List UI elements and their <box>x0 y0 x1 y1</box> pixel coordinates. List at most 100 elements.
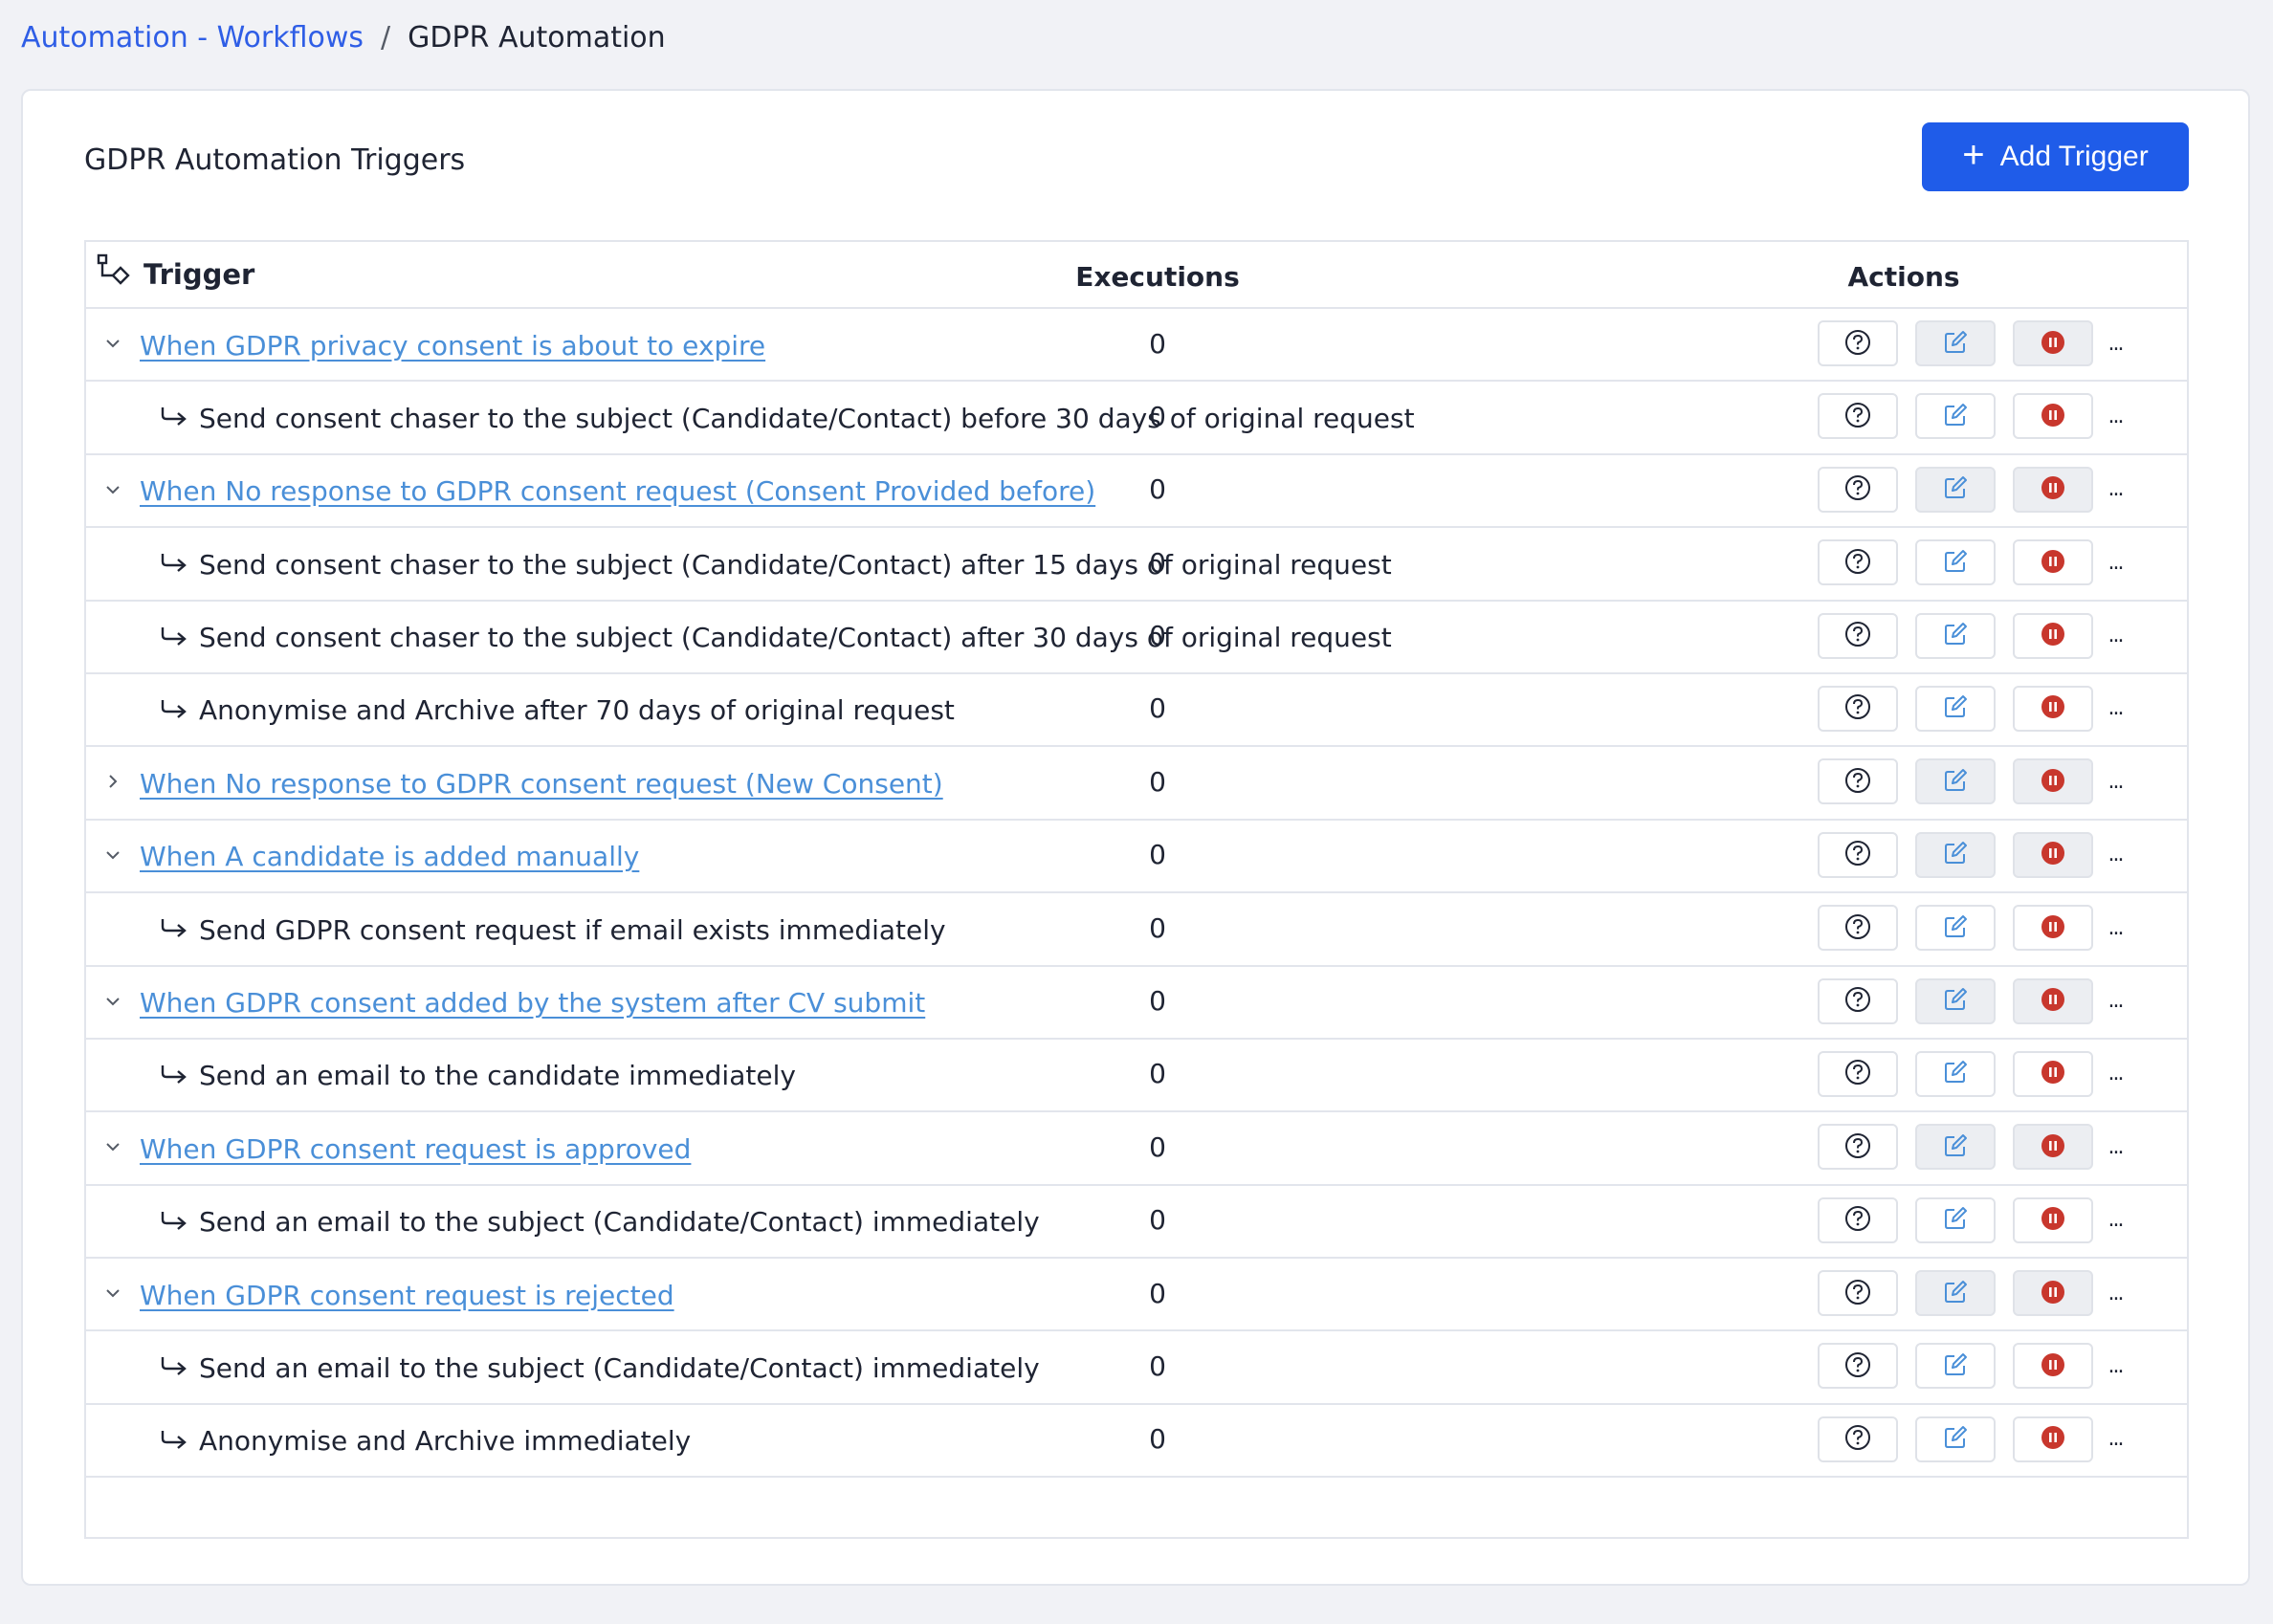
executions-count: 0 <box>1149 546 1166 579</box>
column-header-trigger: Trigger <box>96 253 254 296</box>
help-button[interactable] <box>1818 320 1898 366</box>
chevron-down-icon[interactable] <box>101 478 124 501</box>
edit-button[interactable] <box>1915 612 1996 659</box>
executions-count: 0 <box>1149 1350 1166 1382</box>
edit-button[interactable] <box>1915 1124 1996 1171</box>
pause-circle-icon <box>2039 1350 2067 1382</box>
help-button[interactable] <box>1818 539 1898 586</box>
help-circle-icon <box>1843 1131 1872 1163</box>
pause-button[interactable] <box>2013 685 2093 732</box>
trigger-link[interactable]: When GDPR consent request is approved <box>140 1128 691 1170</box>
more-options-button[interactable]: ... <box>2101 615 2130 657</box>
edit-icon <box>1941 1350 1970 1382</box>
action-label: Anonymise and Archive after 70 days of o… <box>199 694 955 727</box>
pause-button[interactable] <box>2013 758 2093 805</box>
pause-button[interactable] <box>2013 831 2093 878</box>
help-button[interactable] <box>1818 831 1898 878</box>
pause-button[interactable] <box>2013 1050 2093 1097</box>
help-button[interactable] <box>1818 977 1898 1024</box>
more-options-button[interactable]: ... <box>2101 469 2130 511</box>
more-options-button[interactable]: ... <box>2101 834 2130 876</box>
column-header-executions: Executions <box>1075 260 1240 293</box>
edit-button[interactable] <box>1915 1050 1996 1097</box>
trigger-link[interactable]: When No response to GDPR consent request… <box>140 762 943 804</box>
more-options-button[interactable]: ... <box>2101 322 2130 364</box>
edit-button[interactable] <box>1915 1270 1996 1317</box>
edit-button[interactable] <box>1915 1343 1996 1390</box>
edit-button[interactable] <box>1915 831 1996 878</box>
help-button[interactable] <box>1818 685 1898 732</box>
breadcrumb-separator: / <box>381 20 391 55</box>
more-options-button[interactable]: ... <box>2101 980 2130 1022</box>
pause-button[interactable] <box>2013 393 2093 440</box>
pause-button[interactable] <box>2013 977 2093 1024</box>
chevron-down-icon[interactable] <box>101 844 124 867</box>
help-button[interactable] <box>1818 612 1898 659</box>
trigger-link[interactable]: When GDPR consent added by the system af… <box>140 982 925 1024</box>
help-button[interactable] <box>1818 393 1898 440</box>
help-button[interactable] <box>1818 1124 1898 1171</box>
chevron-down-icon[interactable] <box>101 1135 124 1158</box>
help-button[interactable] <box>1818 1050 1898 1097</box>
edit-button[interactable] <box>1915 977 1996 1024</box>
more-options-button[interactable]: ... <box>2101 688 2130 730</box>
edit-button[interactable] <box>1915 758 1996 805</box>
trigger-link[interactable]: When No response to GDPR consent request… <box>140 471 1095 513</box>
help-button[interactable] <box>1818 466 1898 513</box>
pause-button[interactable] <box>2013 1416 2093 1462</box>
chevron-down-icon[interactable] <box>101 332 124 355</box>
executions-count: 0 <box>1149 1058 1166 1090</box>
trigger-link[interactable]: When A candidate is added manually <box>140 836 639 878</box>
edit-button[interactable] <box>1915 905 1996 952</box>
more-options-button[interactable]: ... <box>2101 1053 2130 1095</box>
pause-button[interactable] <box>2013 612 2093 659</box>
add-trigger-button[interactable]: + Add Trigger <box>1922 122 2189 191</box>
plus-icon: + <box>1962 134 1985 176</box>
executions-count: 0 <box>1149 1130 1166 1163</box>
more-options-button[interactable]: ... <box>2101 1345 2130 1387</box>
edit-button[interactable] <box>1915 393 1996 440</box>
help-circle-icon <box>1843 328 1872 360</box>
help-button[interactable] <box>1818 905 1898 952</box>
trigger-link[interactable]: When GDPR privacy consent is about to ex… <box>140 324 765 366</box>
action-row: Send GDPR consent request if email exist… <box>86 893 2187 967</box>
more-options-button[interactable]: ... <box>2101 1272 2130 1314</box>
help-button[interactable] <box>1818 1416 1898 1462</box>
pause-circle-icon <box>2039 985 2067 1017</box>
more-options-button[interactable]: ... <box>2101 1199 2130 1241</box>
help-button[interactable] <box>1818 1343 1898 1390</box>
more-options-button[interactable]: ... <box>2101 541 2130 583</box>
arrow-return-icon <box>159 550 189 577</box>
edit-button[interactable] <box>1915 1416 1996 1462</box>
more-options-button[interactable]: ... <box>2101 1126 2130 1168</box>
edit-button[interactable] <box>1915 320 1996 366</box>
chevron-right-icon[interactable] <box>101 770 124 793</box>
edit-icon <box>1941 1423 1970 1455</box>
help-button[interactable] <box>1818 1196 1898 1243</box>
pause-button[interactable] <box>2013 1343 2093 1390</box>
trigger-link[interactable]: When GDPR consent request is rejected <box>140 1274 674 1316</box>
pause-button[interactable] <box>2013 466 2093 513</box>
pause-button[interactable] <box>2013 1270 2093 1317</box>
action-label: Send GDPR consent request if email exist… <box>199 913 946 946</box>
chevron-down-icon[interactable] <box>101 990 124 1013</box>
pause-button[interactable] <box>2013 320 2093 366</box>
more-options-button[interactable]: ... <box>2101 907 2130 949</box>
help-button[interactable] <box>1818 758 1898 805</box>
more-options-button[interactable]: ... <box>2101 760 2130 802</box>
edit-icon <box>1941 985 1970 1017</box>
pause-button[interactable] <box>2013 1196 2093 1243</box>
pause-button[interactable] <box>2013 1124 2093 1171</box>
pause-button[interactable] <box>2013 539 2093 586</box>
edit-button[interactable] <box>1915 1196 1996 1243</box>
edit-button[interactable] <box>1915 539 1996 586</box>
edit-button[interactable] <box>1915 466 1996 513</box>
pause-circle-icon <box>2039 1131 2067 1163</box>
help-button[interactable] <box>1818 1270 1898 1317</box>
more-options-button[interactable]: ... <box>2101 1418 2130 1460</box>
breadcrumb-parent-link[interactable]: Automation - Workflows <box>21 21 364 55</box>
edit-button[interactable] <box>1915 685 1996 732</box>
more-options-button[interactable]: ... <box>2101 395 2130 437</box>
pause-button[interactable] <box>2013 905 2093 952</box>
chevron-down-icon[interactable] <box>101 1282 124 1305</box>
